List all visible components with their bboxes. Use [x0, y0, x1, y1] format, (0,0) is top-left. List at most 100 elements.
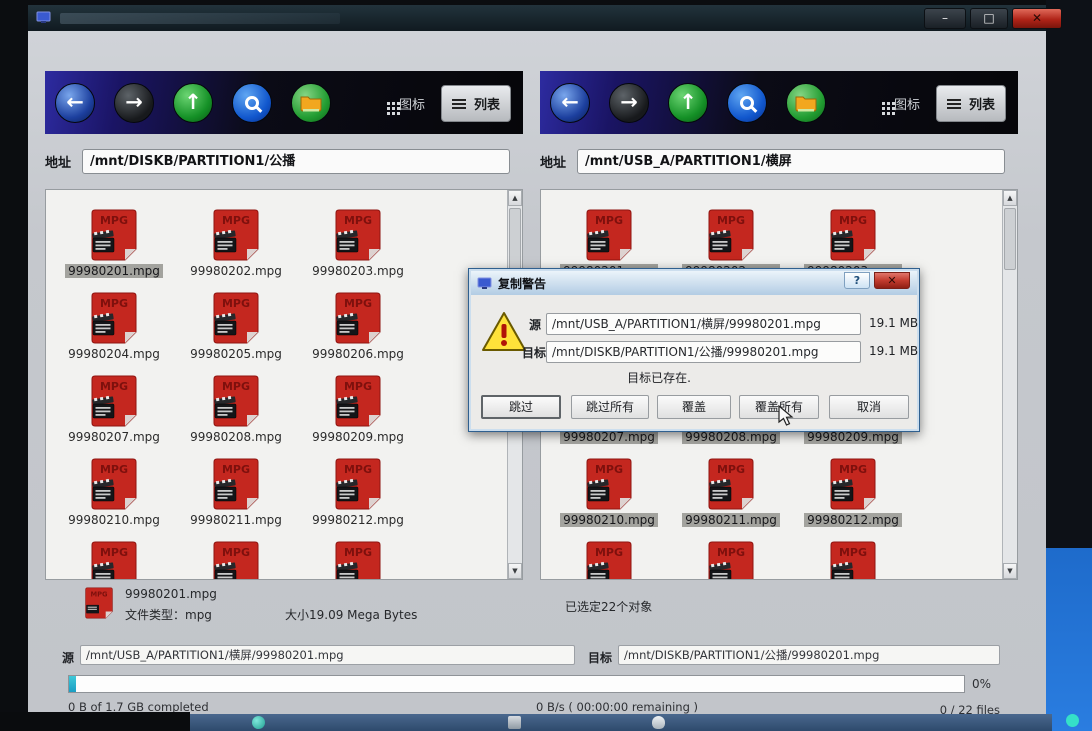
scrollbar-thumb[interactable]	[509, 208, 521, 270]
maximize-button[interactable]: □	[970, 8, 1008, 29]
list-view-label: 列表	[968, 98, 995, 113]
file-item[interactable]: MPG 99980204.mpg	[53, 292, 175, 375]
file-item[interactable]: MPG	[53, 541, 175, 579]
dialog-source-label: 源	[529, 318, 542, 332]
up-button[interactable]: ↑	[668, 82, 708, 123]
list-view-label: 列表	[473, 98, 500, 113]
file-item[interactable]: MPG 99980207.mpg	[53, 375, 175, 458]
file-item[interactable]: MPG 99980209.mpg	[297, 375, 419, 458]
file-item[interactable]: MPG 99980205.mpg	[175, 292, 297, 375]
file-item[interactable]: MPG	[297, 541, 419, 579]
svg-text:MPG: MPG	[344, 546, 372, 559]
file-item[interactable]: MPG	[670, 541, 792, 579]
forward-button[interactable]: →	[114, 82, 154, 123]
file-item[interactable]: MPG 99980210.mpg	[53, 458, 175, 541]
taskbar	[190, 714, 1052, 731]
right-address-input[interactable]: /mnt/USB_A/PARTITION1/横屏	[577, 149, 1005, 174]
scroll-up-icon[interactable]: ▲	[1003, 190, 1017, 206]
svg-text:MPG: MPG	[344, 214, 372, 227]
right-scrollbar[interactable]: ▲ ▼	[1002, 190, 1017, 579]
mpg-file-icon: MPG	[335, 292, 381, 344]
mpg-file-icon: MPG	[213, 541, 259, 579]
svg-text:MPG: MPG	[717, 546, 745, 559]
mpg-file-icon: MPG	[91, 541, 137, 579]
mpg-file-icon: MPG	[830, 458, 876, 510]
grid-icon	[386, 102, 390, 105]
taskbar-icon[interactable]	[252, 716, 265, 729]
scrollbar-thumb[interactable]	[1004, 208, 1016, 270]
file-item[interactable]: MPG 99980211.mpg	[670, 458, 792, 541]
mpg-file-icon: MPG	[830, 209, 876, 261]
svg-text:MPG: MPG	[90, 590, 107, 598]
dialog-icon	[477, 277, 492, 289]
skip-button[interactable]: 跳过	[481, 395, 561, 419]
taskbar-icon[interactable]	[508, 716, 521, 729]
scroll-down-icon[interactable]: ▼	[508, 563, 522, 579]
file-name-label: 99980201.mpg	[65, 264, 163, 278]
back-button[interactable]: ←	[55, 82, 95, 123]
file-item[interactable]: MPG 99980211.mpg	[175, 458, 297, 541]
file-item[interactable]: MPG 99980208.mpg	[175, 375, 297, 458]
list-view-button[interactable]: 列表	[440, 85, 511, 122]
left-address-input[interactable]: /mnt/DISKB/PARTITION1/公播	[82, 149, 510, 174]
mpg-file-icon: MPG	[91, 375, 137, 427]
taskbar-icon[interactable]	[652, 716, 665, 729]
file-item[interactable]: MPG 99980202.mpg	[175, 209, 297, 292]
forward-button[interactable]: →	[609, 82, 649, 123]
icon-view-button[interactable]: 图标	[383, 88, 429, 119]
file-name-label: 99980211.mpg	[682, 513, 780, 527]
file-item[interactable]: MPG	[792, 541, 914, 579]
file-item[interactable]: MPG 99980203.mpg	[297, 209, 419, 292]
taskbar-icon[interactable]	[1066, 714, 1079, 727]
list-icon	[451, 98, 466, 101]
close-button[interactable]: ✕	[1012, 8, 1062, 29]
file-item[interactable]: MPG 99980212.mpg	[792, 458, 914, 541]
scroll-down-icon[interactable]: ▼	[1003, 563, 1017, 579]
mpg-file-icon: MPG	[335, 458, 381, 510]
overwrite-button[interactable]: 覆盖	[657, 395, 731, 419]
scroll-up-icon[interactable]: ▲	[508, 190, 522, 206]
mpg-file-icon: MPG	[335, 209, 381, 261]
svg-text:MPG: MPG	[344, 297, 372, 310]
minimize-button[interactable]: –	[924, 8, 966, 29]
file-item[interactable]: MPG 99980212.mpg	[297, 458, 419, 541]
monitor-bezel-bottom	[0, 712, 190, 731]
dialog-close-button[interactable]: ✕	[874, 272, 910, 289]
file-name-label: 99980209.mpg	[312, 430, 404, 444]
file-item[interactable]: MPG	[548, 541, 670, 579]
up-button[interactable]: ↑	[173, 82, 213, 123]
list-view-button[interactable]: 列表	[935, 85, 1006, 122]
svg-text:MPG: MPG	[100, 546, 128, 559]
dialog-title: 复制警告	[498, 276, 547, 291]
search-button[interactable]	[727, 82, 767, 123]
file-item[interactable]: MPG 99980206.mpg	[297, 292, 419, 375]
desktop-edge-blue	[1046, 548, 1092, 731]
copy-target-path: /mnt/DISKB/PARTITION1/公播/99980201.mpg	[618, 645, 1000, 665]
warning-icon	[482, 312, 526, 351]
left-toolbar: ← → ↑ 图标 列表	[45, 71, 523, 134]
dialog-help-button[interactable]: ?	[844, 272, 870, 289]
search-button[interactable]	[232, 82, 272, 123]
file-name-label: 99980211.mpg	[190, 513, 282, 527]
back-button[interactable]: ←	[550, 82, 590, 123]
mpg-file-icon: MPG	[335, 541, 381, 579]
svg-text:MPG: MPG	[344, 463, 372, 476]
folder-button[interactable]	[786, 82, 826, 123]
mpg-file-icon: MPG	[708, 541, 754, 579]
folder-icon	[795, 96, 817, 111]
folder-button[interactable]	[291, 82, 331, 123]
app-icon	[36, 11, 51, 23]
file-item[interactable]: MPG 99980210.mpg	[548, 458, 670, 541]
grid-icon	[881, 102, 885, 105]
file-item[interactable]: MPG	[175, 541, 297, 579]
copy-progress-bar	[68, 675, 965, 693]
skip-all-button[interactable]: 跳过所有	[571, 395, 649, 419]
file-name-label: 99980203.mpg	[312, 264, 404, 278]
up-arrow-icon: ↑	[679, 90, 697, 114]
selected-file-type: 文件类型：mpg	[125, 608, 212, 622]
dialog-cancel-button[interactable]: 取消	[829, 395, 909, 419]
right-view-toggle: 图标 列表	[878, 85, 1006, 122]
file-item[interactable]: MPG 99980201.mpg	[53, 209, 175, 292]
icon-view-button[interactable]: 图标	[878, 88, 924, 119]
svg-text:MPG: MPG	[100, 463, 128, 476]
